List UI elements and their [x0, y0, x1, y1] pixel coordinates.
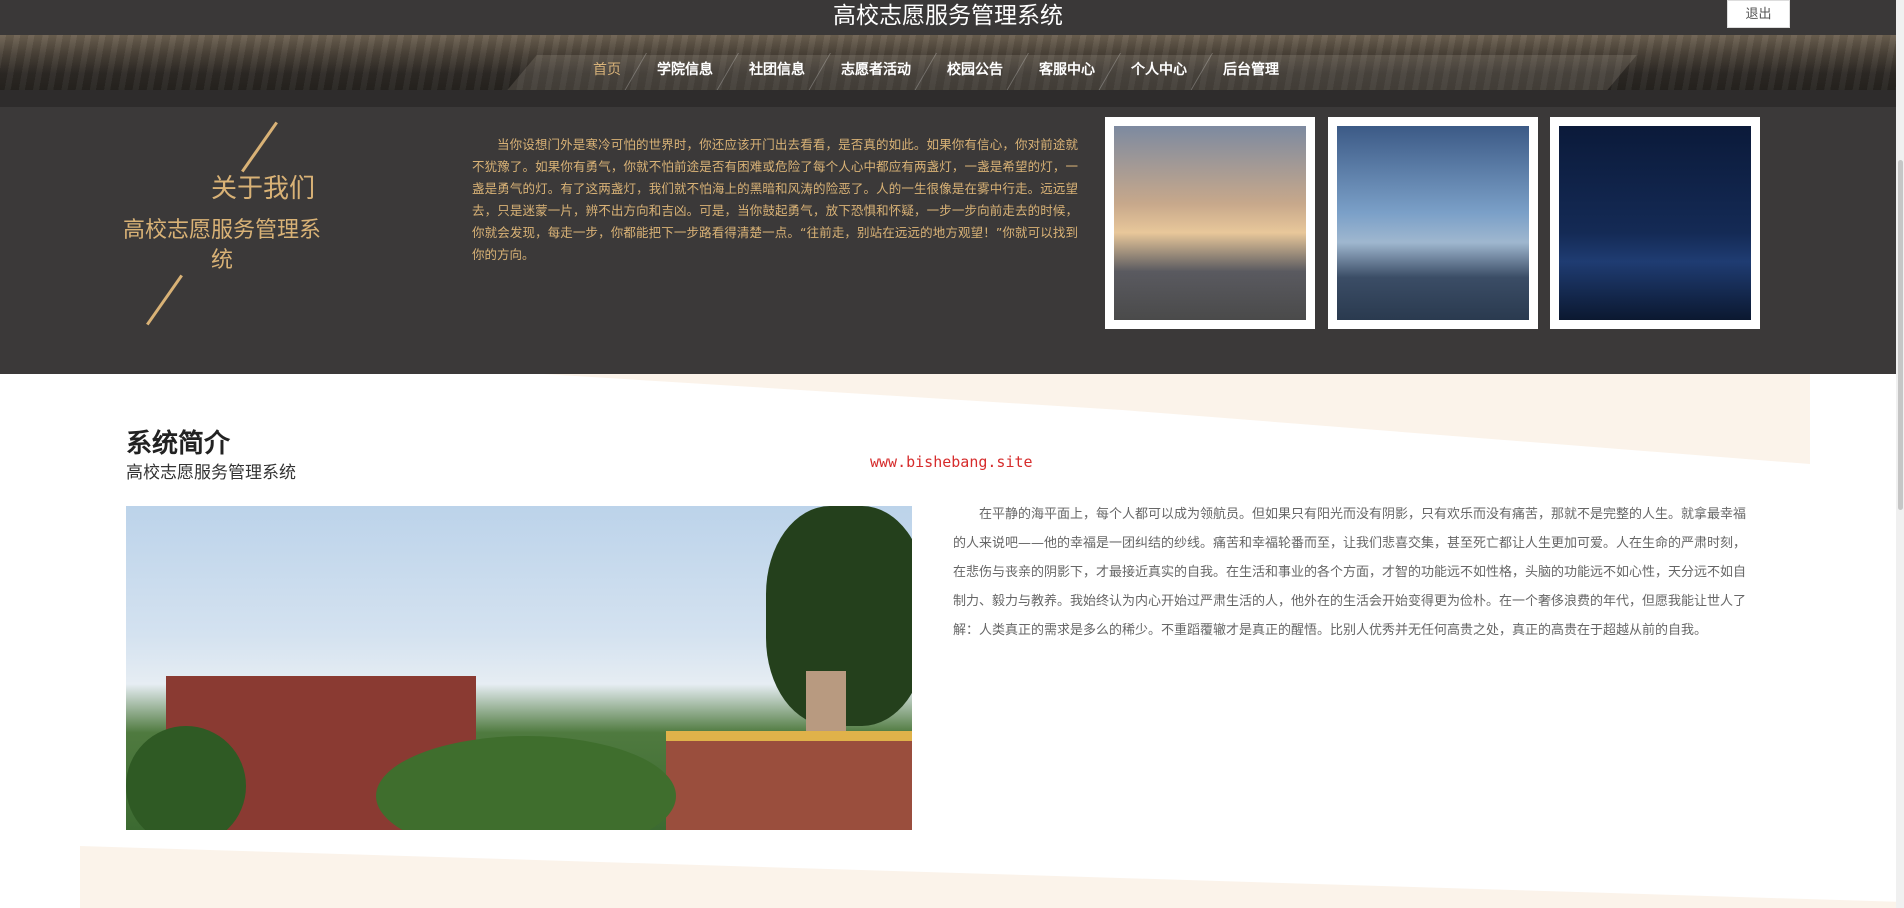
intro-subtitle: 高校志愿服务管理系统 — [126, 463, 296, 483]
nav-item-admin[interactable]: 后台管理 — [1190, 35, 1297, 91]
about-title: 关于我们 — [210, 174, 315, 204]
about-image-seagulls[interactable] — [1328, 117, 1538, 329]
bottom-decor-band — [80, 846, 1896, 908]
about-image-city-night[interactable] — [1550, 117, 1760, 329]
about-text: 当你设想门外是寒冷可怕的世界时，你还应该开门出去看看，是否真的如此。如果你有信心… — [472, 137, 1078, 262]
nav-item-clubs[interactable]: 社团信息 — [716, 35, 823, 91]
scrollbar-thumb[interactable] — [1898, 160, 1903, 510]
city-sunset-image — [1114, 126, 1306, 320]
about-subtitle: 高校志愿服务管理系统 — [122, 218, 321, 273]
campus-image — [126, 506, 912, 830]
watermark-text: www.bishebang.site — [870, 453, 1033, 471]
intro-title: 系统简介 — [126, 429, 231, 459]
about-top-band — [0, 90, 1896, 107]
nav-item-colleges[interactable]: 学院信息 — [624, 35, 731, 91]
site-title: 高校志愿服务管理系统 — [833, 3, 1063, 29]
city-night-image — [1559, 126, 1751, 320]
logout-button[interactable]: 退出 — [1727, 0, 1790, 28]
nav-item-announcements[interactable]: 校园公告 — [914, 35, 1021, 91]
main-nav: 首页 学院信息 社团信息 志愿者活动 校园公告 客服中心 个人中心 后台管理 — [575, 35, 1297, 91]
intro-decor-band — [543, 374, 1810, 464]
nav-item-customer-service[interactable]: 客服中心 — [1006, 35, 1113, 91]
about-image-city-sunset[interactable] — [1105, 117, 1315, 329]
nav-item-personal-center[interactable]: 个人中心 — [1098, 35, 1205, 91]
nav-item-volunteer-activities[interactable]: 志愿者活动 — [808, 35, 929, 91]
intro-text: 在平静的海平面上，每个人都可以成为领航员。但如果只有阳光而没有阴影，只有欢乐而没… — [953, 507, 1747, 638]
seagulls-image — [1337, 126, 1529, 320]
